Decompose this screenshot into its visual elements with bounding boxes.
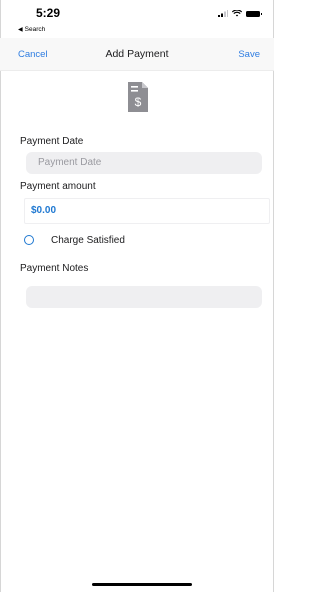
status-bar: 5:29 ◀ Search bbox=[0, 0, 274, 38]
navigation-bar: Cancel Add Payment Save bbox=[0, 38, 274, 71]
back-app-label: Search bbox=[24, 26, 46, 33]
payment-date-placeholder: Payment Date bbox=[38, 157, 102, 168]
frame-right-border bbox=[273, 0, 274, 592]
svg-text:$: $ bbox=[135, 95, 142, 109]
payment-amount-value: $0.00 bbox=[31, 205, 57, 216]
frame-left-border bbox=[0, 0, 1, 592]
payment-amount-field[interactable]: $0.00 bbox=[24, 198, 270, 224]
status-time: 5:29 bbox=[36, 6, 61, 20]
wifi-icon bbox=[232, 10, 242, 17]
charge-satisfied-toggle[interactable]: Charge Satisfied bbox=[24, 232, 125, 248]
radio-unchecked-icon[interactable] bbox=[24, 235, 34, 245]
payment-notes-label: Payment Notes bbox=[20, 263, 89, 274]
payment-amount-label: Payment amount bbox=[20, 181, 96, 192]
document-dollar-icon: $ bbox=[128, 82, 148, 112]
save-button[interactable]: Save bbox=[238, 49, 260, 60]
payment-notes-field[interactable] bbox=[26, 286, 262, 308]
battery-icon bbox=[246, 10, 262, 17]
back-to-app-link[interactable]: ◀ Search bbox=[18, 26, 45, 33]
page-title: Add Payment bbox=[105, 48, 169, 60]
payment-date-label: Payment Date bbox=[20, 136, 84, 147]
system-icons bbox=[218, 10, 262, 17]
home-indicator bbox=[92, 583, 192, 586]
charge-satisfied-label: Charge Satisfied bbox=[51, 234, 125, 246]
back-triangle-icon: ◀ bbox=[18, 27, 23, 33]
cellular-signal-icon bbox=[218, 10, 228, 17]
payment-date-field[interactable]: Payment Date bbox=[26, 152, 262, 174]
